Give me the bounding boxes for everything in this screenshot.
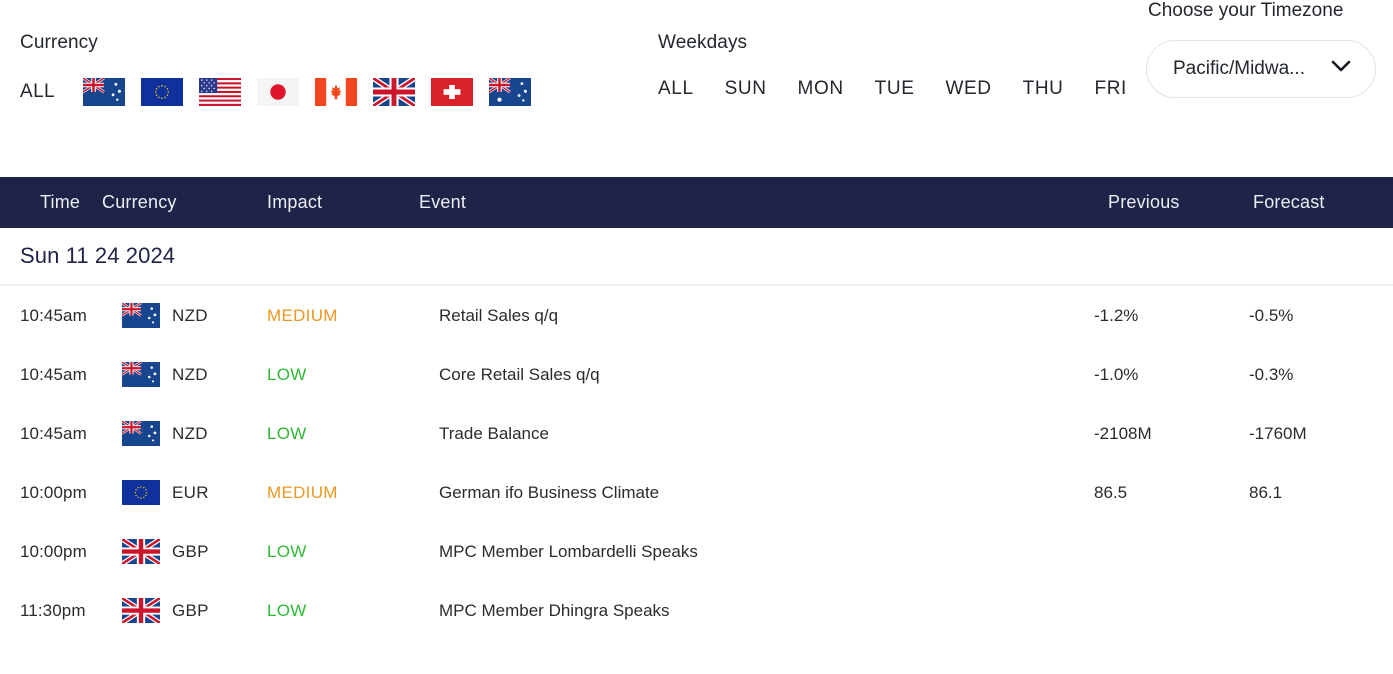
table-row[interactable]: 10:00pm EUR MEDIUM German ifo Business Clim… [0, 463, 1393, 522]
timezone-filter-label: Choose your Timezone [1148, 0, 1344, 21]
cell-impact: LOW [267, 601, 415, 621]
nzd-flag [122, 421, 160, 446]
cell-event: Core Retail Sales q/q [439, 364, 600, 384]
usd-flag[interactable] [199, 78, 242, 106]
cell-previous: -1.2% [1094, 305, 1139, 325]
impact-badge: LOW [267, 423, 307, 443]
cell-previous: 86.5 [1094, 482, 1128, 502]
nzd-flag [122, 303, 160, 328]
weekday-filter-all[interactable]: ALL [658, 78, 694, 100]
gbp-flag [122, 539, 160, 564]
eur-flag [122, 480, 160, 505]
cell-impact: MEDIUM [267, 306, 415, 326]
cell-time: 10:45am [20, 364, 87, 384]
cell-event: MPC Member Lombardelli Speaks [439, 541, 698, 561]
cell-forecast: -0.3% [1249, 364, 1294, 384]
date-group-row: Sun 11 24 2024 [0, 228, 1393, 286]
currency-flag-list [83, 78, 532, 106]
impact-badge: MEDIUM [267, 305, 338, 325]
cell-forecast: 86.1 [1249, 482, 1283, 502]
cell-event: Retail Sales q/q [439, 305, 559, 325]
table-row[interactable]: 11:30pm GBP LOW MPC Member Dhingra Speaks [0, 581, 1393, 640]
chf-flag[interactable] [431, 78, 474, 106]
cell-previous: -1.0% [1094, 364, 1139, 384]
weekday-filter-mon[interactable]: MON [798, 78, 844, 100]
cell-impact: LOW [267, 542, 415, 562]
weekday-filter-fri[interactable]: FRI [1094, 78, 1126, 100]
economic-calendar-table: Time Currency Impact Event Previous Fore… [0, 177, 1393, 640]
cell-impact: LOW [267, 365, 415, 385]
cell-currency: EUR [122, 480, 267, 505]
table-header-row: Time Currency Impact Event Previous Fore… [0, 177, 1393, 228]
cell-currency: GBP [122, 539, 267, 564]
currency-code: GBP [172, 600, 209, 620]
weekdays-filter-label: Weekdays [658, 32, 748, 53]
cell-event: Trade Balance [439, 423, 549, 443]
nzd-flag [122, 362, 160, 387]
currency-code: GBP [172, 541, 209, 561]
cell-event: German ifo Business Climate [439, 482, 660, 502]
cell-impact: LOW [267, 424, 415, 444]
cell-time: 11:30pm [20, 600, 86, 620]
impact-badge: LOW [267, 364, 307, 384]
cell-currency: GBP [122, 598, 267, 623]
cell-time: 10:45am [20, 305, 87, 325]
gbp-flag [122, 598, 160, 623]
table-row[interactable]: 10:45am NZD LOW Core Retail Sales q/q -1.0% -… [0, 345, 1393, 404]
cell-forecast: -1760M [1249, 423, 1307, 443]
weekdays-filter-row: ALL SUN MON TUE WED THU FRI [658, 78, 1127, 100]
table-row[interactable]: 10:00pm GBP LOW MPC Member Lombardelli Spea… [0, 522, 1393, 581]
table-row[interactable]: 10:45am NZD MEDIUM Retail Sales q/q -1.2% -0.… [0, 286, 1393, 345]
currency-filter-label: Currency [20, 32, 98, 53]
cell-time: 10:00pm [20, 541, 87, 561]
impact-badge: LOW [267, 600, 307, 620]
weekday-filter-tue[interactable]: TUE [875, 78, 915, 100]
currency-code: NZD [172, 423, 208, 443]
nzd-flag[interactable] [83, 78, 126, 106]
impact-badge: LOW [267, 541, 307, 561]
jpy-flag[interactable] [257, 78, 300, 106]
cell-currency: NZD [122, 303, 267, 328]
column-header-forecast[interactable]: Forecast [1253, 192, 1393, 213]
currency-filter-group: Currency ALL [20, 32, 532, 106]
cell-previous: -2108M [1094, 423, 1152, 443]
currency-code: EUR [172, 482, 209, 502]
cad-flag[interactable] [315, 78, 358, 106]
cell-impact: MEDIUM [267, 483, 415, 503]
table-row[interactable]: 10:45am NZD LOW Trade Balance -2108M -1760M [0, 404, 1393, 463]
cell-time: 10:00pm [20, 482, 87, 502]
date-group-label: Sun 11 24 2024 [20, 243, 176, 268]
column-header-currency[interactable]: Currency [102, 192, 267, 213]
column-header-impact[interactable]: Impact [267, 192, 397, 213]
column-header-event[interactable]: Event [397, 192, 1108, 213]
cell-currency: NZD [122, 362, 267, 387]
cell-currency: NZD [122, 421, 267, 446]
eur-flag[interactable] [141, 78, 184, 106]
cell-time: 10:45am [20, 423, 87, 443]
currency-filter-row: ALL [20, 78, 532, 106]
chevron-down-icon [1331, 60, 1351, 78]
weekday-filter-thu[interactable]: THU [1023, 78, 1064, 100]
weekday-filter-wed[interactable]: WED [945, 78, 991, 100]
currency-code: NZD [172, 364, 208, 384]
impact-badge: MEDIUM [267, 482, 338, 502]
cell-forecast: -0.5% [1249, 305, 1294, 325]
column-header-time[interactable]: Time [0, 192, 102, 213]
filter-bar: Currency ALL Weekdays ALL SUN MON TUE WED THU… [0, 0, 1393, 177]
weekdays-filter-group: Weekdays ALL SUN MON TUE WED THU FRI [658, 32, 1127, 100]
gbp-flag[interactable] [373, 78, 416, 106]
timezone-select[interactable]: Pacific/Midwa... [1146, 40, 1376, 98]
currency-code: NZD [172, 305, 208, 325]
aud-flag[interactable] [489, 78, 532, 106]
table-body: 10:45am NZD MEDIUM Retail Sales q/q -1.2% -0.… [0, 286, 1393, 640]
cell-event: MPC Member Dhingra Speaks [439, 600, 670, 620]
weekday-filter-sun[interactable]: SUN [725, 78, 767, 100]
timezone-selected-value: Pacific/Midwa... [1173, 58, 1305, 79]
timezone-filter-group: Choose your Timezone Pacific/Midwa... [1146, 0, 1376, 98]
column-header-previous[interactable]: Previous [1108, 192, 1253, 213]
currency-filter-all[interactable]: ALL [20, 81, 55, 103]
